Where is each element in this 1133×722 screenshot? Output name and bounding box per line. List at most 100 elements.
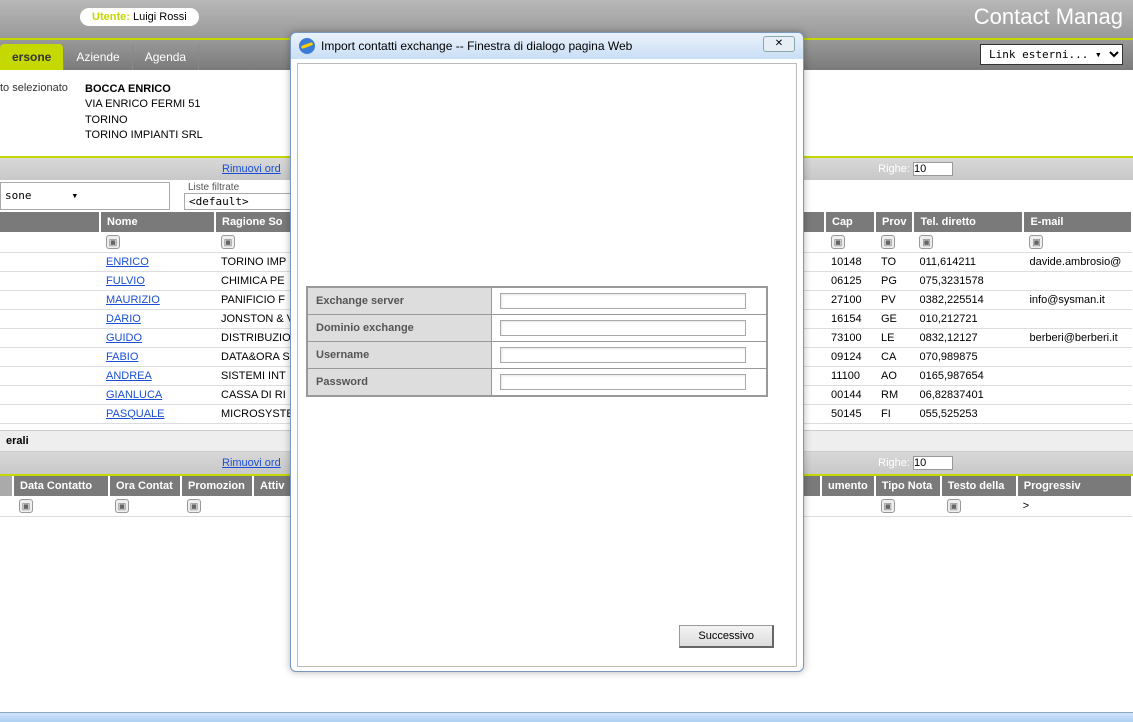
nome-link[interactable]: DARIO: [106, 313, 141, 325]
filter-icon[interactable]: ▣: [19, 499, 33, 513]
label-dominio: Dominio exchange: [307, 315, 491, 342]
filter-icon[interactable]: ▣: [881, 235, 895, 249]
selected-addr2: TORINO: [85, 113, 203, 128]
col-ora[interactable]: Ora Contat: [109, 476, 181, 496]
righe-input-2[interactable]: [913, 456, 953, 470]
label-password: Password: [307, 369, 491, 397]
cell-prov: RM: [875, 385, 913, 404]
input-exchange-server[interactable]: [500, 293, 746, 309]
selected-company: TORINO IMPIANTI SRL: [85, 128, 203, 143]
col-testo[interactable]: Testo della: [941, 476, 1017, 496]
tab-persone[interactable]: ersone: [0, 44, 64, 70]
cell-mail: [1023, 366, 1132, 385]
col-blank[interactable]: [0, 212, 100, 232]
col-promozion[interactable]: Promozion: [181, 476, 253, 496]
import-exchange-dialog: Import contatti exchange -- Finestra di …: [290, 32, 804, 672]
cell-tel: 070,989875: [913, 347, 1023, 366]
dialog-titlebar: Import contatti exchange -- Finestra di …: [291, 33, 803, 59]
user-name: Luigi Rossi: [133, 11, 187, 23]
nome-link[interactable]: GIANLUCA: [106, 389, 162, 401]
cell-tel: 010,212721: [913, 309, 1023, 328]
cell-cap: 16154: [825, 309, 875, 328]
filter-icon[interactable]: ▣: [919, 235, 933, 249]
nome-link[interactable]: ANDREA: [106, 370, 152, 382]
label-username: Username: [307, 342, 491, 369]
input-password[interactable]: [500, 374, 746, 390]
nome-link[interactable]: PASQUALE: [106, 408, 165, 420]
dialog-title: Import contatti exchange -- Finestra di …: [321, 39, 632, 53]
input-dominio[interactable]: [500, 320, 746, 336]
col-prov[interactable]: Prov: [875, 212, 913, 232]
filter-icon[interactable]: ▣: [831, 235, 845, 249]
cell-tel: 011,614211: [913, 252, 1023, 271]
cell-mail: [1023, 271, 1132, 290]
selected-label: to selezionato: [0, 82, 85, 144]
col-tel[interactable]: Tel. diretto: [913, 212, 1023, 232]
filter-icon[interactable]: ▣: [106, 235, 120, 249]
filter-icon[interactable]: ▣: [115, 499, 129, 513]
cell-mail: info@sysman.it: [1023, 290, 1132, 309]
cell-tel: 0382,225514: [913, 290, 1023, 309]
col-email[interactable]: E-mail: [1023, 212, 1132, 232]
rimuovi-link[interactable]: Rimuovi ord: [222, 163, 281, 175]
cell-cap: 00144: [825, 385, 875, 404]
list-type-select[interactable]: sone▾: [0, 182, 170, 210]
col-tipo-nota[interactable]: Tipo Nota: [875, 476, 941, 496]
cell-tel: 0165,987654: [913, 366, 1023, 385]
righe-label: Righe:: [878, 163, 910, 175]
tab-aziende[interactable]: Aziende: [64, 44, 132, 70]
taskbar: [0, 712, 1133, 722]
input-username[interactable]: [500, 347, 746, 363]
filtered-list-select[interactable]: <default>: [184, 193, 294, 210]
link-esterni-select[interactable]: Link esterni... ▾: [980, 44, 1123, 65]
nome-link[interactable]: GUIDO: [106, 332, 142, 344]
cell-prov: PV: [875, 290, 913, 309]
righe-group-2: Righe:: [878, 456, 953, 470]
righe-input[interactable]: [913, 162, 953, 176]
cell-prov: AO: [875, 366, 913, 385]
ie-icon: [299, 38, 315, 54]
cell-tel: 06,82837401: [913, 385, 1023, 404]
filter-icon[interactable]: ▣: [947, 499, 961, 513]
selected-name: BOCCA ENRICO: [85, 82, 203, 97]
cell-cap: 50145: [825, 404, 875, 423]
cell-tel: 055,525253: [913, 404, 1023, 423]
col-cap[interactable]: Cap: [825, 212, 875, 232]
col-progressiv[interactable]: Progressiv: [1017, 476, 1132, 496]
col-nome[interactable]: Nome: [100, 212, 215, 232]
cell-prov: GE: [875, 309, 913, 328]
close-icon: ✕: [775, 38, 783, 49]
nome-link[interactable]: MAURIZIO: [106, 294, 160, 306]
cell-prov: LE: [875, 328, 913, 347]
nome-link[interactable]: FULVIO: [106, 275, 145, 287]
label-exchange-server: Exchange server: [307, 287, 491, 315]
cell-cap: 73100: [825, 328, 875, 347]
cell-mail: [1023, 347, 1132, 366]
cell-cap: 09124: [825, 347, 875, 366]
filter-icon[interactable]: ▣: [187, 499, 201, 513]
cell-prov: FI: [875, 404, 913, 423]
nome-link[interactable]: ENRICO: [106, 256, 149, 268]
nome-link[interactable]: FABIO: [106, 351, 138, 363]
rimuovi-link-2[interactable]: Rimuovi ord: [222, 457, 281, 469]
cell-mail: [1023, 404, 1132, 423]
progressiv-arrow[interactable]: >: [1023, 500, 1029, 512]
close-button[interactable]: ✕: [763, 36, 795, 52]
col-data-contatto[interactable]: Data Contatto: [13, 476, 109, 496]
app-title: Contact Manag: [974, 4, 1123, 30]
cell-cap: 06125: [825, 271, 875, 290]
filter-icon[interactable]: ▣: [1029, 235, 1043, 249]
user-label: Utente:: [92, 11, 130, 23]
righe-label-2: Righe:: [878, 457, 910, 469]
successivo-button[interactable]: Successivo: [679, 625, 774, 648]
filter-icon[interactable]: ▣: [881, 499, 895, 513]
cell-tel: 075,3231578: [913, 271, 1023, 290]
dialog-inner-panel: Exchange server Dominio exchange Usernam…: [297, 63, 797, 667]
cell-tel: 0832,12127: [913, 328, 1023, 347]
selected-addr1: VIA ENRICO FERMI 51: [85, 97, 203, 112]
filter-icon[interactable]: ▣: [221, 235, 235, 249]
col-umento[interactable]: umento: [821, 476, 875, 496]
cell-mail: [1023, 385, 1132, 404]
tab-agenda[interactable]: Agenda: [133, 44, 199, 70]
dialog-body: Exchange server Dominio exchange Usernam…: [291, 59, 803, 671]
